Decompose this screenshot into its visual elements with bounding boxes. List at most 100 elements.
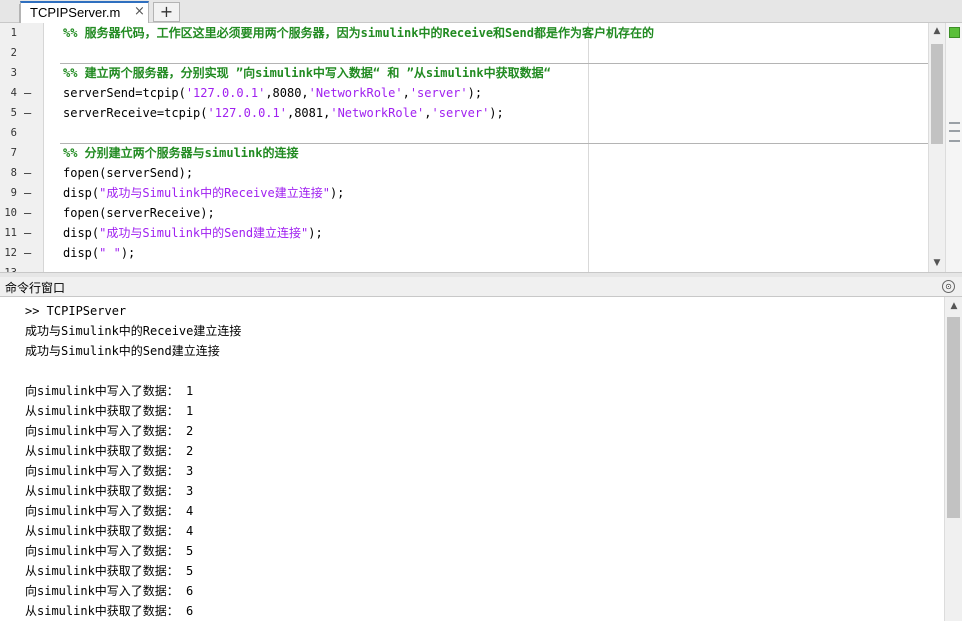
code-text: %% 分别建立两个服务器与simulink的连接 <box>63 143 298 163</box>
editor-tab-bar: TCPIPServer.m × + <box>0 0 962 23</box>
line-number: 5 <box>10 107 17 119</box>
output-line: 向simulink中写入了数据： 6 <box>25 584 194 598</box>
output-line: 向simulink中写入了数据： 4 <box>25 504 194 518</box>
close-icon[interactable]: × <box>134 4 145 19</box>
output-line: 从simulink中获取了数据： 3 <box>25 484 194 498</box>
code-line[interactable]: 11 — disp("成功与Simulink中的Send建立连接"); <box>0 223 945 243</box>
code-token: fopen(serverReceive); <box>63 206 215 220</box>
output-line: 成功与Simulink中的Receive建立连接 <box>25 324 242 338</box>
code-comment: %% 服务器代码，工作区这里必须要用两个服务器，因为simulink中的Rece… <box>63 26 654 40</box>
line-number: 6 <box>10 127 17 139</box>
editor-scroll-thumb[interactable] <box>931 44 943 144</box>
code-string: 'NetworkRole' <box>330 106 425 120</box>
breakpoint-marker[interactable]: — <box>24 243 31 263</box>
breakpoint-marker[interactable]: — <box>24 203 31 223</box>
code-line[interactable]: 7 %% 分别建立两个服务器与simulink的连接 <box>0 143 945 163</box>
breakpoint-marker[interactable]: — <box>24 83 31 103</box>
new-tab-button[interactable]: + <box>153 2 180 22</box>
code-text: disp("成功与Simulink中的Send建立连接"); <box>63 223 323 243</box>
code-text: serverReceive=tcpip('127.0.0.1',8081,'Ne… <box>63 103 504 123</box>
code-text: disp("成功与Simulink中的Receive建立连接"); <box>63 183 344 203</box>
output-line: 从simulink中获取了数据： 1 <box>25 404 194 418</box>
options-menu-icon[interactable]: ⊙ <box>942 280 955 293</box>
output-line: 从simulink中获取了数据： 5 <box>25 564 194 578</box>
output-line: 成功与Simulink中的Send建立连接 <box>25 344 220 358</box>
code-line[interactable]: 10 — fopen(serverReceive); <box>0 203 945 223</box>
tab-label: TCPIPServer.m <box>30 5 121 20</box>
code-token: , <box>402 86 410 100</box>
code-token: disp( <box>63 226 100 240</box>
command-window-title: 命令行窗口 <box>5 281 66 295</box>
output-line: 从simulink中获取了数据： 6 <box>25 604 194 618</box>
code-editor[interactable]: 1 %% 服务器代码，工作区这里必须要用两个服务器，因为simulink中的Rec… <box>0 23 945 272</box>
code-token: ); <box>489 106 504 120</box>
command-window-scrollbar[interactable]: ▲ <box>944 297 962 621</box>
code-line[interactable]: 6 <box>0 123 945 143</box>
line-number: 7 <box>10 147 17 159</box>
code-analyzer-bar <box>945 23 962 272</box>
breakpoint-marker[interactable]: — <box>24 183 31 203</box>
code-string: 'NetworkRole' <box>308 86 403 100</box>
editor-vertical-scrollbar[interactable]: ▲ ▼ <box>928 23 945 272</box>
output-line: >> TCPIPServer <box>25 304 127 318</box>
code-text: %% 建立两个服务器，分别实现 ”向simulink中写入数据“ 和 ”从sim… <box>63 63 551 83</box>
output-line: 从simulink中获取了数据： 2 <box>25 444 194 458</box>
command-window-scroll-thumb[interactable] <box>947 317 960 518</box>
command-window-header: 命令行窗口 ⊙ <box>0 277 962 297</box>
output-line: 从simulink中获取了数据： 4 <box>25 524 194 538</box>
code-line[interactable]: 12 — disp(" "); <box>0 243 945 263</box>
code-token: disp( <box>63 186 100 200</box>
code-line[interactable]: 2 <box>0 43 945 63</box>
output-line: 向simulink中写入了数据： 2 <box>25 424 194 438</box>
grip-line <box>949 140 960 142</box>
code-text: serverSend=tcpip('127.0.0.1',8080,'Netwo… <box>63 83 482 103</box>
code-comment: %% 建立两个服务器，分别实现 ”向simulink中写入数据“ 和 ”从sim… <box>63 66 551 80</box>
code-string: 'server' <box>431 106 490 120</box>
code-token: , <box>424 106 432 120</box>
code-token: fopen(serverSend); <box>63 166 194 180</box>
code-line[interactable]: 8 — fopen(serverSend); <box>0 163 945 183</box>
line-number: 11 <box>4 227 17 239</box>
grip-line <box>949 122 960 124</box>
arrow-up-icon[interactable]: ▲ <box>949 301 959 311</box>
code-text: fopen(serverReceive); <box>63 203 215 223</box>
arrow-down-icon[interactable]: ▼ <box>932 258 942 268</box>
output-line: 向simulink中写入了数据： 5 <box>25 544 194 558</box>
code-token: ,8080, <box>265 86 309 100</box>
output-line: 向simulink中写入了数据： 1 <box>25 384 194 398</box>
code-token: ); <box>120 246 136 260</box>
code-line[interactable]: 5 — serverReceive=tcpip('127.0.0.1',8081,'… <box>0 103 945 123</box>
line-number: 2 <box>10 47 17 59</box>
code-analyzer-status-icon[interactable] <box>949 27 960 38</box>
code-token: ); <box>467 86 483 100</box>
code-comment: %% 分别建立两个服务器与simulink的连接 <box>63 146 299 160</box>
code-text: fopen(serverSend); <box>63 163 193 183</box>
code-text: disp(" "); <box>63 243 135 263</box>
line-number: 1 <box>10 27 17 39</box>
code-line[interactable]: 4 — serverSend=tcpip('127.0.0.1',8080,'Net… <box>0 83 945 103</box>
code-line[interactable]: 3 %% 建立两个服务器，分别实现 ”向simulink中写入数据“ 和 ”从si… <box>0 63 945 83</box>
code-text: %% 服务器代码，工作区这里必须要用两个服务器，因为simulink中的Rece… <box>63 23 654 43</box>
breakpoint-marker[interactable]: — <box>24 103 31 123</box>
code-string: '127.0.0.1' <box>207 106 287 120</box>
line-number: 8 <box>10 167 17 179</box>
tab-tcpipserver[interactable]: TCPIPServer.m × <box>20 1 149 23</box>
line-number: 9 <box>10 187 17 199</box>
code-token: serverSend=tcpip( <box>63 86 186 100</box>
code-string: 'server' <box>409 86 468 100</box>
code-line[interactable]: 13 <box>0 263 945 272</box>
code-token: ,8081, <box>286 106 331 120</box>
line-number: 3 <box>10 67 17 79</box>
code-line[interactable]: 9 — disp("成功与Simulink中的Receive建立连接"); <box>0 183 945 203</box>
command-window-output[interactable]: >> TCPIPServer 成功与Simulink中的Receive建立连接 成功… <box>0 297 944 621</box>
line-number: 12 <box>4 247 17 259</box>
code-token: ); <box>329 186 345 200</box>
code-line[interactable]: 1 %% 服务器代码，工作区这里必须要用两个服务器，因为simulink中的Rec… <box>0 23 945 43</box>
code-string: '127.0.0.1' <box>185 86 266 100</box>
output-line: 向simulink中写入了数据： 3 <box>25 464 194 478</box>
code-string: "成功与Simulink中的Receive建立连接" <box>99 186 330 200</box>
line-number: 10 <box>4 207 17 219</box>
breakpoint-marker[interactable]: — <box>24 163 31 183</box>
arrow-up-icon[interactable]: ▲ <box>932 26 942 36</box>
breakpoint-marker[interactable]: — <box>24 223 31 243</box>
